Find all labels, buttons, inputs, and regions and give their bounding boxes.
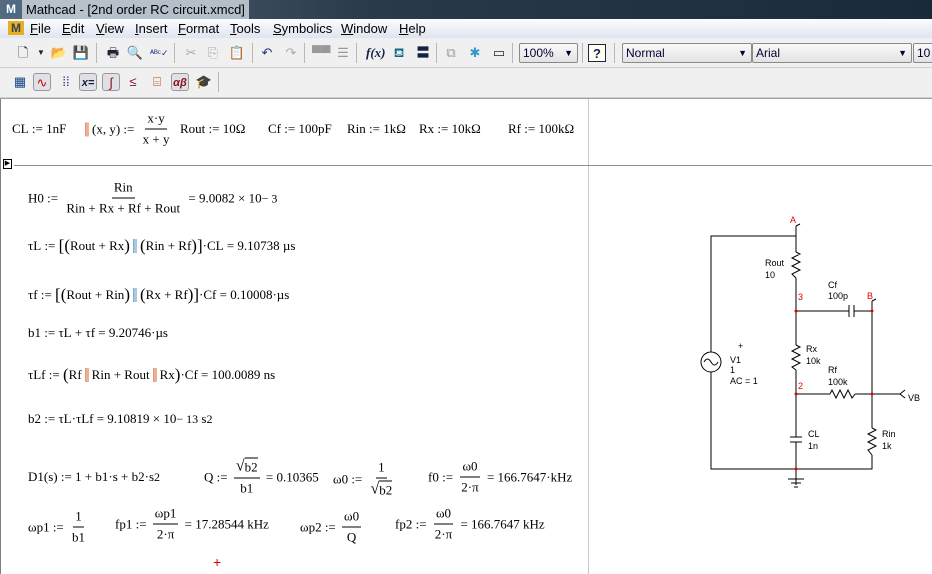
rx-value: 10k [806, 356, 821, 366]
v1-name: V1 [730, 355, 741, 365]
rout-value: 10 [765, 270, 775, 280]
node-label-3: 3 [798, 292, 803, 302]
svg-text:+: + [738, 341, 743, 351]
resistor-rout [790, 251, 802, 279]
cl-name: CL [808, 429, 820, 439]
cf-value: 100p [828, 291, 848, 301]
probe-label-vb: VB [908, 393, 920, 403]
cf-name: Cf [828, 280, 837, 290]
resistor-rf [829, 388, 856, 400]
node-label-b: B [867, 291, 873, 301]
wire [710, 372, 873, 470]
rin-value: 1k [882, 441, 892, 451]
resistor-rx [790, 344, 802, 371]
rout-name: Rout [765, 258, 785, 268]
wire [710, 235, 796, 352]
node-label-a: A [790, 215, 796, 225]
node-label-2: 2 [798, 381, 803, 391]
v1-value: 1 [730, 365, 735, 375]
rf-value: 100k [828, 377, 848, 387]
rin-name: Rin [882, 429, 896, 439]
resistor-rin [866, 427, 878, 456]
v1-ac: AC = 1 [730, 376, 758, 386]
circuit-schematic: A B 3 2 + V1 1 AC = 1 Rout 10 Cf 100p Rx… [700, 215, 920, 488]
probe-arrow [899, 389, 906, 399]
rf-name: Rf [828, 365, 837, 375]
cl-value: 1n [808, 441, 818, 451]
ac-wave-icon [703, 358, 719, 366]
rx-name: Rx [806, 344, 817, 354]
